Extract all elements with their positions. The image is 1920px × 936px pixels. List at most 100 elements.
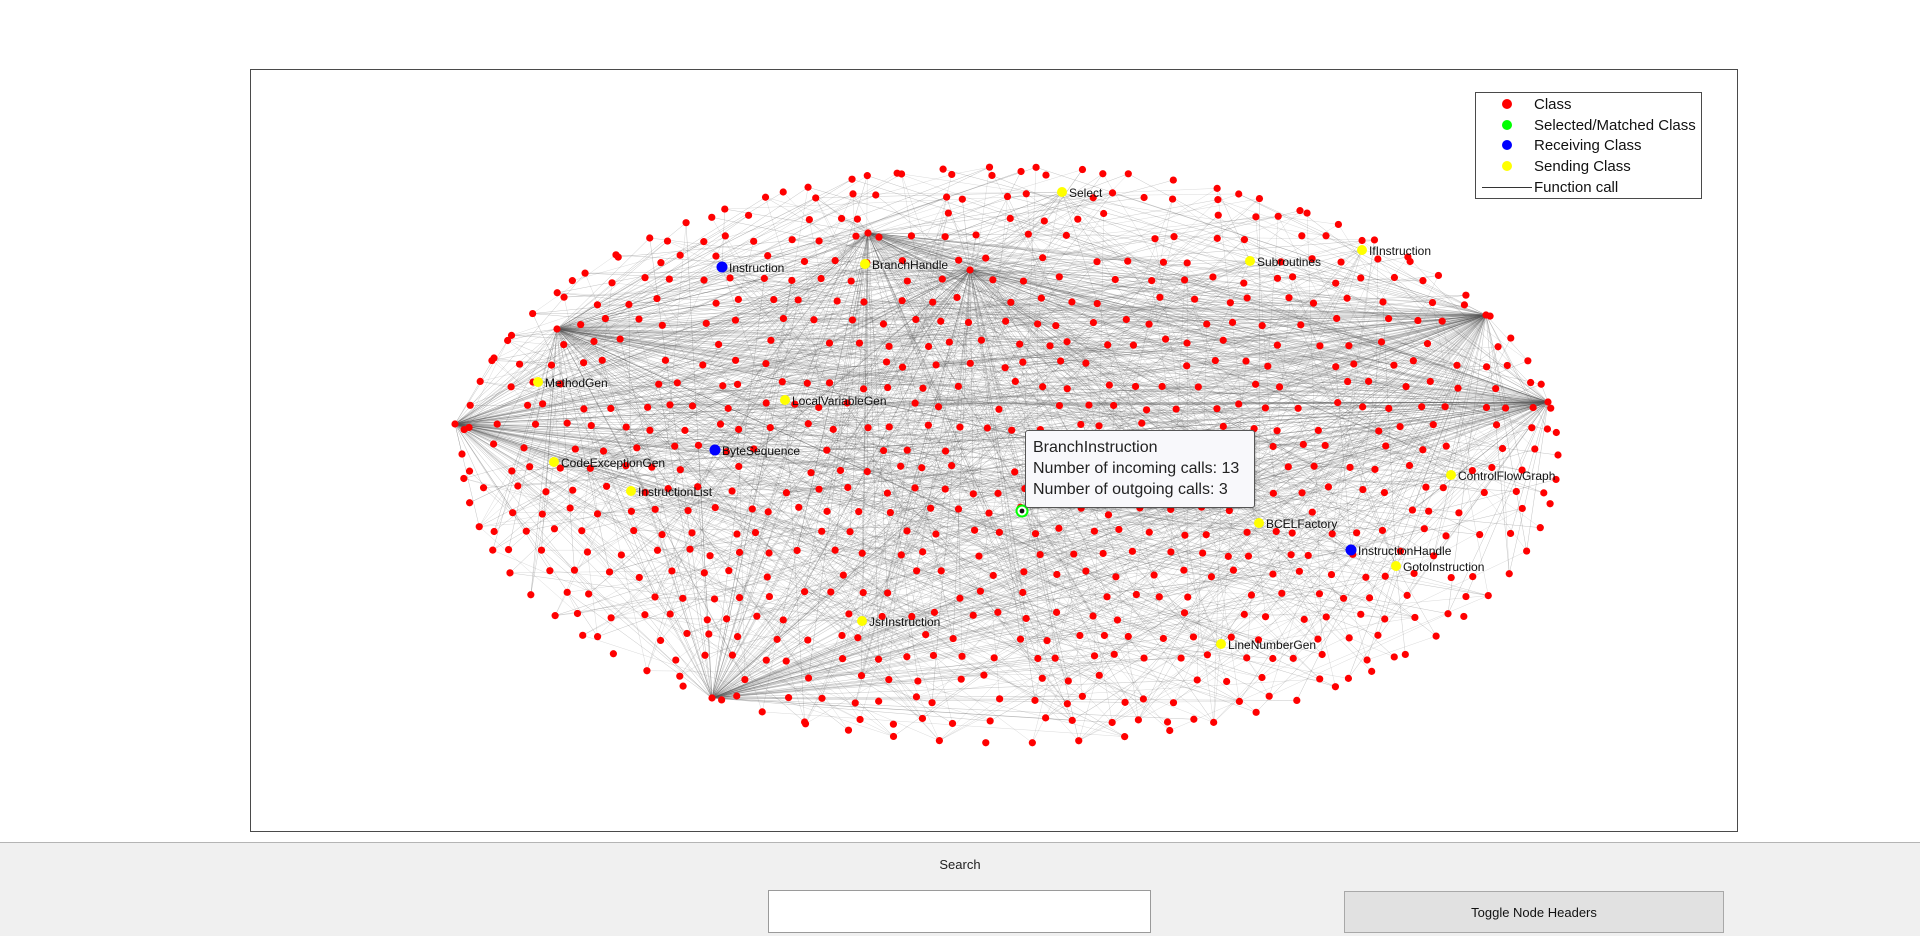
class-node[interactable] (903, 527, 911, 535)
class-node[interactable] (700, 569, 708, 577)
class-node[interactable] (1261, 404, 1269, 412)
class-node[interactable] (460, 474, 468, 483)
class-node[interactable] (1379, 298, 1387, 306)
class-node[interactable] (852, 232, 860, 240)
class-node[interactable] (1428, 298, 1437, 307)
class-node[interactable] (794, 296, 802, 304)
class-node[interactable] (945, 338, 953, 346)
class-node[interactable] (1128, 547, 1137, 555)
class-node[interactable] (1017, 167, 1025, 176)
class-node[interactable] (1093, 258, 1101, 266)
class-node[interactable] (1537, 380, 1545, 388)
class-node[interactable] (733, 692, 741, 700)
class-node[interactable] (889, 732, 898, 741)
class-node[interactable] (708, 694, 716, 702)
class-node[interactable] (1180, 276, 1189, 284)
class-node[interactable] (928, 699, 936, 707)
class-node[interactable] (1156, 293, 1164, 301)
class-node[interactable] (844, 726, 853, 734)
class-node[interactable] (553, 289, 561, 297)
class-node[interactable] (994, 608, 1002, 616)
class-node[interactable] (1022, 190, 1030, 198)
class-node[interactable] (846, 528, 854, 536)
class-node[interactable] (563, 588, 571, 596)
class-node[interactable] (1357, 610, 1365, 618)
class-node[interactable] (560, 341, 568, 349)
class-node[interactable] (913, 567, 921, 575)
class-node[interactable] (1202, 531, 1210, 539)
class-node[interactable] (1346, 463, 1354, 471)
class-node[interactable] (958, 195, 966, 203)
class-node[interactable] (1121, 733, 1129, 741)
class-node[interactable] (864, 229, 872, 237)
class-node[interactable] (1001, 364, 1009, 372)
class-node[interactable] (767, 336, 775, 344)
class-node[interactable] (1396, 422, 1404, 431)
class-node[interactable] (1235, 697, 1244, 706)
class-node[interactable] (1419, 446, 1427, 454)
class-node[interactable] (1382, 442, 1390, 450)
class-node[interactable] (1460, 612, 1468, 621)
class-node[interactable] (1055, 401, 1064, 410)
class-node[interactable] (714, 340, 723, 349)
class-node[interactable] (1528, 424, 1536, 432)
class-node[interactable] (1229, 566, 1238, 574)
class-node[interactable] (550, 525, 559, 533)
class-node[interactable] (643, 667, 651, 675)
class-node[interactable] (1169, 176, 1177, 184)
class-node[interactable] (744, 211, 753, 219)
class-node[interactable] (1385, 404, 1393, 413)
class-node[interactable] (1462, 592, 1470, 601)
class-node[interactable] (1527, 378, 1535, 387)
class-node[interactable] (1524, 357, 1532, 365)
class-node[interactable] (1214, 196, 1222, 204)
class-node[interactable] (872, 191, 880, 199)
class-node[interactable] (948, 170, 956, 179)
class-node[interactable] (1031, 530, 1040, 538)
class-node[interactable] (1040, 217, 1048, 225)
class-node[interactable] (1210, 718, 1218, 726)
class-node[interactable] (1104, 341, 1112, 349)
class-node[interactable] (827, 588, 835, 596)
class-node[interactable] (609, 650, 617, 658)
class-node[interactable] (1170, 233, 1178, 241)
class-node[interactable] (1180, 566, 1188, 574)
class-node[interactable] (1462, 291, 1470, 299)
class-node[interactable] (938, 275, 946, 283)
class-node[interactable] (1332, 363, 1340, 371)
class-node[interactable] (593, 633, 602, 641)
class-node[interactable] (633, 444, 641, 452)
class-node[interactable] (658, 321, 666, 329)
sending-class-node[interactable] (533, 377, 543, 387)
class-node[interactable] (929, 298, 937, 306)
class-node[interactable] (782, 657, 790, 665)
class-node[interactable] (990, 654, 998, 662)
class-node[interactable] (948, 462, 956, 470)
class-node[interactable] (954, 505, 963, 513)
class-node[interactable] (1275, 383, 1284, 391)
class-node[interactable] (1252, 708, 1260, 716)
class-node[interactable] (635, 573, 643, 582)
class-node[interactable] (848, 316, 857, 324)
class-node[interactable] (912, 693, 921, 701)
class-node[interactable] (607, 614, 615, 622)
class-node[interactable] (884, 383, 892, 392)
class-node[interactable] (581, 269, 589, 277)
class-node[interactable] (1344, 377, 1352, 386)
class-node[interactable] (1180, 609, 1189, 617)
receiving-class-node[interactable] (709, 444, 721, 456)
class-node[interactable] (762, 656, 770, 664)
class-node[interactable] (1324, 483, 1333, 491)
class-node[interactable] (953, 293, 961, 302)
class-node[interactable] (817, 274, 825, 283)
class-node[interactable] (1057, 357, 1065, 365)
class-node[interactable] (683, 629, 691, 638)
class-node[interactable] (849, 190, 857, 198)
class-node[interactable] (983, 424, 991, 432)
class-node[interactable] (1409, 357, 1417, 365)
class-node[interactable] (1442, 532, 1450, 540)
class-node[interactable] (1374, 631, 1382, 639)
class-node[interactable] (1258, 322, 1266, 330)
class-node[interactable] (1343, 294, 1351, 302)
class-node[interactable] (668, 567, 676, 575)
